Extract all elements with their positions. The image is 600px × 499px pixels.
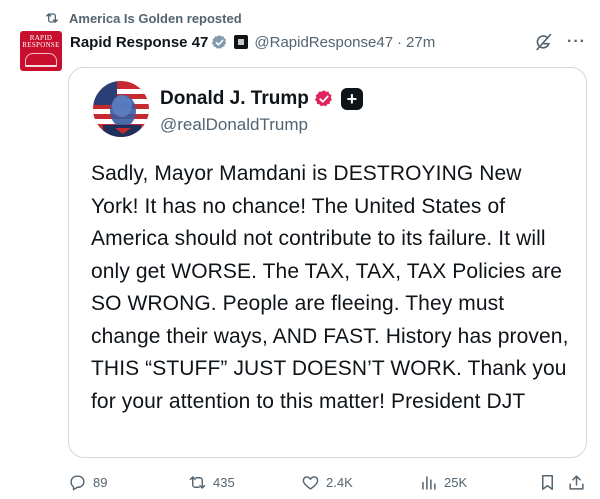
bookmark-button[interactable]: [538, 473, 557, 492]
quoted-author-row: Donald J. Trump +: [160, 88, 363, 110]
separator: ·: [397, 33, 403, 51]
verified-badge-icon: [212, 34, 227, 49]
avatar[interactable]: RAPID RESPONSE: [20, 31, 62, 71]
capitol-graphic: [25, 53, 57, 67]
quoted-author-name[interactable]: Donald J. Trump: [160, 88, 309, 110]
quoted-author-avatar[interactable]: [93, 81, 149, 137]
like-button[interactable]: 2.4K: [301, 473, 353, 492]
verified-badge-icon: [314, 90, 332, 107]
quoted-author-handle[interactable]: @realDonaldTrump: [160, 115, 308, 135]
grok-icon[interactable]: [533, 32, 553, 52]
affiliation-badge-icon[interactable]: [234, 35, 249, 49]
avatar-text-line2: RESPONSE: [22, 41, 60, 49]
more-options-button[interactable]: ···: [567, 33, 586, 51]
post-header: Rapid Response 47 @RapidResponse47 · 27m…: [70, 31, 586, 53]
action-bar: 89 435 2.4K 25K: [68, 471, 588, 493]
bookmark-icon: [541, 474, 554, 490]
timestamp[interactable]: 27m: [406, 34, 435, 51]
repost-icon: [46, 13, 58, 23]
reply-icon: [70, 474, 85, 490]
reply-count: 89: [93, 474, 108, 490]
heart-icon: [302, 475, 319, 490]
analytics-icon: [422, 475, 436, 490]
share-button[interactable]: [567, 473, 586, 492]
like-count: 2.4K: [326, 474, 353, 490]
reply-button[interactable]: 89: [68, 473, 107, 492]
author-handle[interactable]: @RapidResponse47: [254, 34, 393, 51]
author-name[interactable]: Rapid Response 47: [70, 34, 208, 51]
repost-icon: [189, 475, 206, 489]
repost-count: 435: [213, 474, 235, 490]
repost-text: America Is Golden reposted: [69, 10, 242, 26]
repost-button[interactable]: 435: [188, 473, 235, 492]
quoted-post-card[interactable]: Donald J. Trump + @realDonaldTrump Sadly…: [68, 67, 587, 458]
views-button[interactable]: 25K: [419, 473, 467, 492]
plus-badge-icon: +: [340, 88, 363, 110]
repost-indicator[interactable]: America Is Golden reposted: [44, 9, 242, 27]
quoted-post-text: Sadly, Mayor Mamdani is DESTROYING New Y…: [91, 162, 569, 413]
share-icon: [569, 474, 584, 490]
view-count: 25K: [444, 474, 468, 490]
